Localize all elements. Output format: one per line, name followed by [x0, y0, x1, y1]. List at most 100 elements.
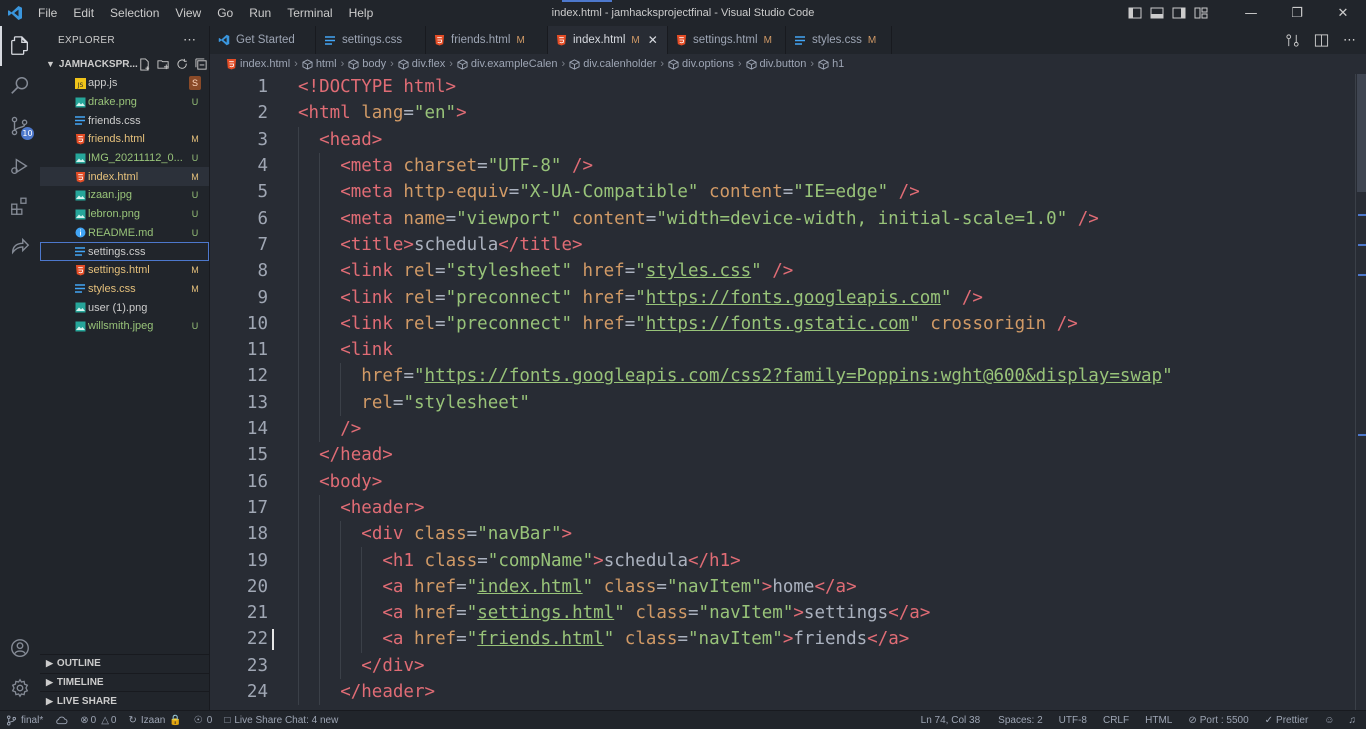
branch-status[interactable]: final*	[0, 711, 49, 729]
section-outline[interactable]: ▶ OUTLINE	[40, 653, 209, 673]
menu-view[interactable]: View	[167, 0, 209, 26]
tab-get-started[interactable]: Get Started	[210, 26, 316, 54]
vscode-logo-icon[interactable]	[0, 0, 30, 26]
editor-more-actions-icon[interactable]: ⋯	[1343, 33, 1356, 48]
breadcrumb-item[interactable]: div.flex ›	[398, 58, 457, 70]
shared-sessions[interactable]: ☉ 0	[188, 711, 219, 729]
extensions-icon[interactable]	[0, 186, 40, 226]
indent-guide	[319, 494, 321, 706]
notifications-status[interactable]: ♫	[1343, 711, 1366, 729]
breadcrumb-item[interactable]: div.options ›	[668, 58, 745, 70]
open-changes-icon[interactable]	[1285, 33, 1300, 48]
indentation[interactable]: Spaces: 2	[990, 711, 1050, 729]
menu-file[interactable]: File	[30, 0, 65, 26]
editor-scrollbar[interactable]	[1355, 74, 1366, 710]
split-editor-icon[interactable]	[1314, 33, 1329, 48]
file-item[interactable]: willsmith.jpeg U	[40, 317, 209, 336]
file-item[interactable]: lebron.png U	[40, 205, 209, 224]
file-item[interactable]: README.md U	[40, 224, 209, 243]
code-editor[interactable]: 1 <!DOCTYPE html> 2 <html lang="en"> 3 <head>…	[210, 74, 1355, 710]
file-item[interactable]: settings.css	[40, 242, 209, 261]
toggle-secondary-sidebar-icon[interactable]	[1172, 6, 1186, 20]
breadcrumb-item[interactable]: div.calenholder ›	[569, 58, 668, 70]
new-file-icon[interactable]	[138, 57, 151, 71]
settings-gear-icon[interactable]	[0, 668, 40, 708]
tab-settings-css[interactable]: settings.css	[316, 26, 426, 54]
line-number: 14	[246, 419, 268, 440]
file-item[interactable]: index.html M	[40, 167, 209, 187]
cursor-position[interactable]: Ln 74, Col 38	[911, 711, 991, 729]
accounts-icon[interactable]	[0, 628, 40, 668]
source-control-icon[interactable]: 10	[0, 106, 40, 146]
scrollbar-thumb[interactable]	[1357, 74, 1366, 192]
breadcrumb-item[interactable]: div.exampleCalen ›	[457, 58, 569, 70]
collapse-all-icon[interactable]	[195, 57, 208, 71]
line-ending[interactable]: CRLF	[1095, 711, 1137, 729]
code-token: "	[635, 287, 646, 308]
toggle-panel-icon[interactable]	[1150, 6, 1164, 20]
run-debug-icon[interactable]	[0, 146, 40, 186]
section-timeline[interactable]: ▶ TIMELINE	[40, 672, 209, 692]
more-actions-icon[interactable]: ⋯	[183, 32, 197, 48]
menu-help[interactable]: Help	[341, 0, 382, 26]
file-item[interactable]: settings.html M	[40, 261, 209, 280]
workspace-folder[interactable]: ▼ JAMHACKSPR...	[40, 54, 209, 74]
breadcrumb-item[interactable]: div.button ›	[745, 58, 819, 70]
file-item[interactable]: IMG_20211112_0... U	[40, 149, 209, 168]
activity-bar: 10	[0, 26, 40, 710]
code-token: =	[456, 629, 467, 650]
tab-styles-css[interactable]: styles.css M	[786, 26, 892, 54]
section-live-share[interactable]: ▶ LIVE SHARE	[40, 691, 209, 710]
explorer-icon[interactable]	[0, 26, 40, 66]
live-share-user[interactable]: ↻ Izaan 🔒	[122, 711, 187, 729]
minimize-button[interactable]: —	[1228, 0, 1274, 26]
accounts-status[interactable]: ☺	[1316, 711, 1342, 729]
search-icon[interactable]	[0, 66, 40, 106]
file-item[interactable]: friends.html M	[40, 130, 209, 149]
menu-selection[interactable]: Selection	[102, 0, 167, 26]
tab-index-html[interactable]: index.html M ✕	[548, 26, 668, 54]
sync-status[interactable]	[49, 711, 74, 729]
file-item[interactable]: user (1).png	[40, 298, 209, 317]
breadcrumb-item[interactable]: h1	[818, 58, 844, 70]
customize-layout-icon[interactable]	[1194, 6, 1208, 20]
code-token: =	[624, 261, 636, 282]
prettier-status[interactable]: ✓ Prettier	[1257, 711, 1317, 729]
breadcrumb-label: div.flex	[411, 58, 446, 70]
code-token: >	[561, 524, 573, 545]
breadcrumb-item[interactable]: index.html ›	[226, 58, 302, 70]
code-token: />	[340, 419, 362, 440]
restore-button[interactable]: ❐	[1274, 0, 1320, 26]
code-token: =	[688, 603, 699, 624]
file-item[interactable]: friends.css	[40, 111, 209, 130]
new-folder-icon[interactable]	[157, 58, 170, 71]
problems-status[interactable]: ⊗ 0 △ 0	[74, 711, 122, 729]
chevron-right-icon: ▶	[46, 695, 53, 706]
file-name: IMG_20211112_0...	[88, 152, 183, 165]
menu-go[interactable]: Go	[209, 0, 241, 26]
tab-close-icon[interactable]: ✕	[648, 33, 658, 47]
menu-run[interactable]: Run	[241, 0, 279, 26]
file-item[interactable]: styles.css M	[40, 280, 209, 299]
file-item[interactable]: izaan.jpg U	[40, 186, 209, 205]
file-name: app.js	[88, 77, 118, 90]
breadcrumb-item[interactable]: body ›	[348, 58, 398, 70]
live-share-chat-status[interactable]: □ Live Share Chat: 4 new	[218, 711, 344, 729]
breadcrumb-item[interactable]: html ›	[302, 58, 348, 70]
tab-settings-html[interactable]: settings.html M	[668, 26, 786, 54]
file-item[interactable]: drake.png U	[40, 93, 209, 112]
menu-terminal[interactable]: Terminal	[279, 0, 340, 26]
refresh-icon[interactable]	[176, 58, 189, 71]
file-item[interactable]: JS app.js S	[40, 74, 209, 93]
tab-friends-html[interactable]: friends.html M	[426, 26, 548, 54]
warning-icon: △	[101, 714, 109, 726]
sidebar-sections: ▶ OUTLINE ▶ TIMELINE ▶ LIVE SHARE	[40, 653, 209, 710]
toggle-primary-sidebar-icon[interactable]	[1128, 6, 1142, 20]
encoding[interactable]: UTF-8	[1051, 711, 1095, 729]
live-share-icon[interactable]	[0, 226, 40, 266]
menu-edit[interactable]: Edit	[65, 0, 102, 26]
language-mode[interactable]: HTML	[1137, 711, 1180, 729]
close-window-button[interactable]: ✕	[1320, 0, 1366, 26]
live-server-status[interactable]: ⊘ Port : 5500	[1180, 711, 1256, 729]
